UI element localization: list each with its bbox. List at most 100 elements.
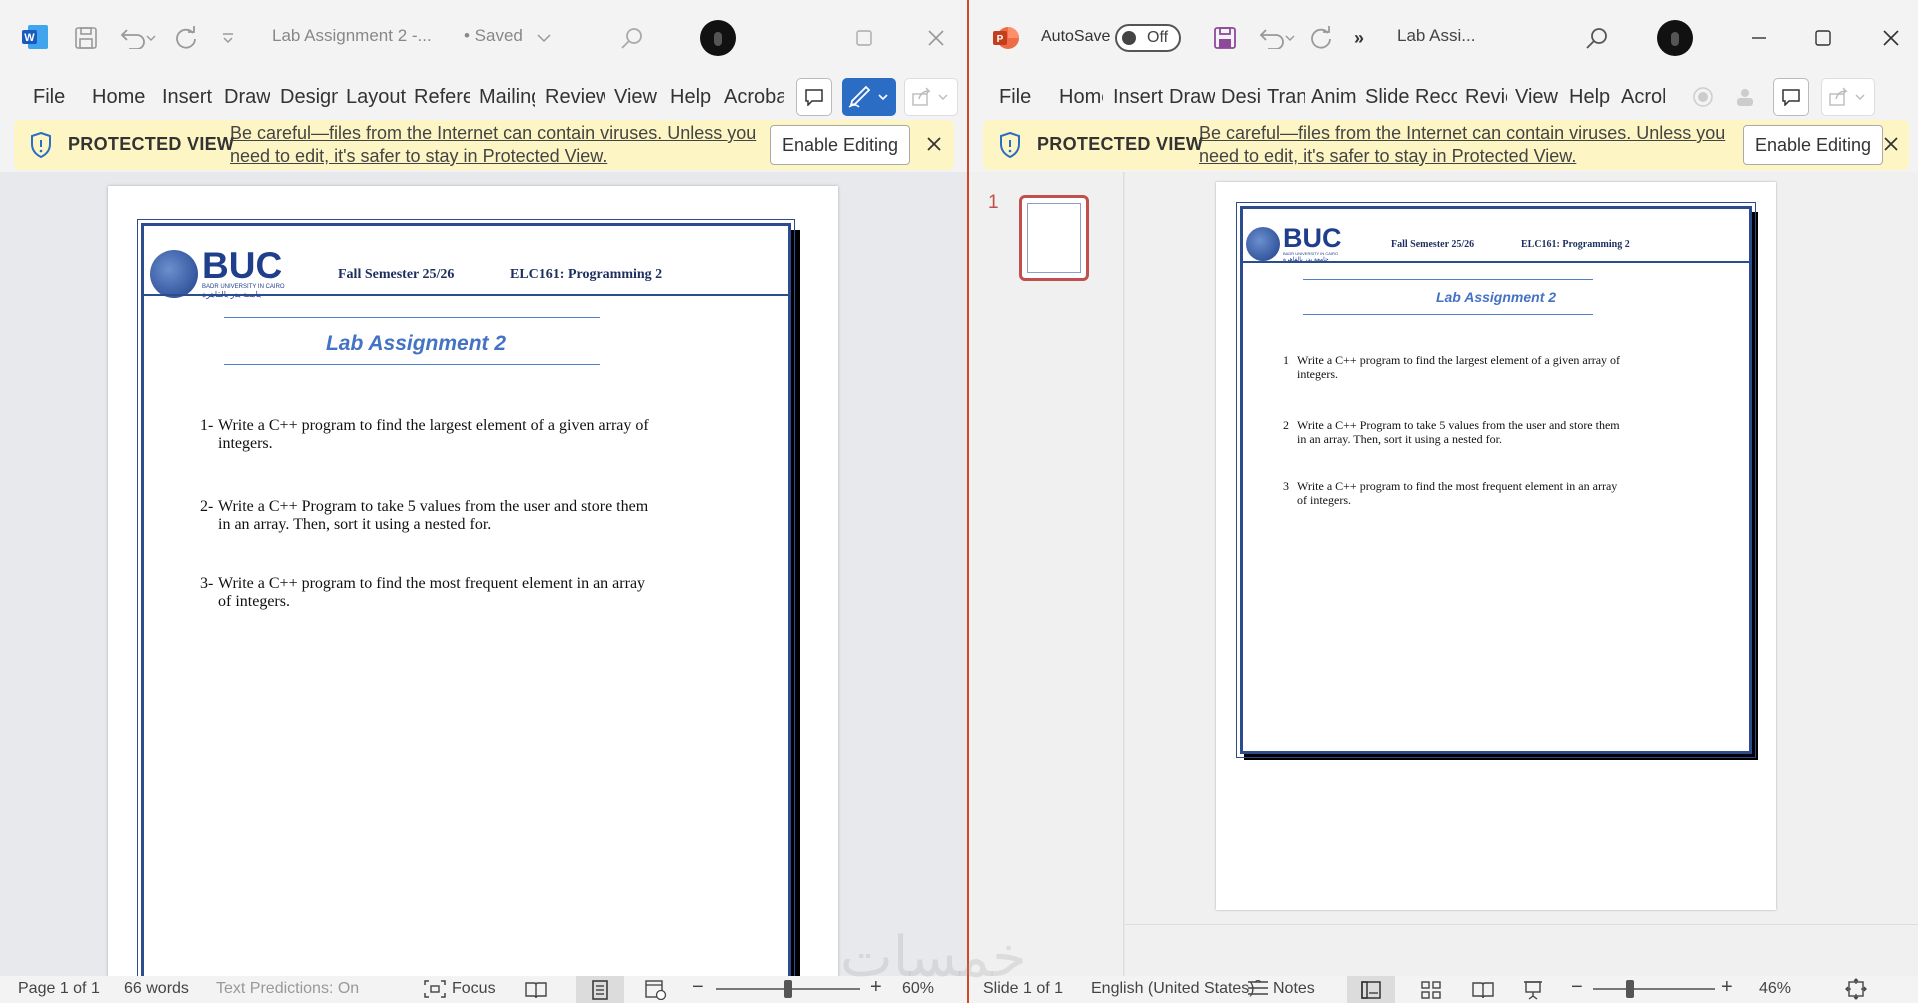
question-2: 2 Write a C++ Program to take 5 values f… xyxy=(1283,418,1623,448)
save-icon[interactable] xyxy=(1211,24,1239,52)
read-mode-icon[interactable] xyxy=(516,976,556,1003)
search-icon[interactable] xyxy=(1583,24,1611,52)
assignment-sheet: BUC BADR UNIVERSITY IN CAIRO جامعة بدر ب… xyxy=(137,219,795,1003)
maximize-icon[interactable] xyxy=(1811,26,1835,50)
notes-area[interactable] xyxy=(1125,924,1918,976)
zoom-out-icon[interactable]: − xyxy=(692,976,704,999)
close-icon[interactable] xyxy=(1883,132,1899,158)
document-page[interactable]: BUC BADR UNIVERSITY IN CAIRO جامعة بدر ب… xyxy=(108,186,838,1003)
word-count[interactable]: 66 words xyxy=(124,980,189,998)
account-avatar[interactable] xyxy=(1657,20,1693,56)
document-title[interactable]: Lab Assignment 2 -... xyxy=(272,26,432,46)
question-2: 2- Write a C++ Program to take 5 values … xyxy=(200,498,670,538)
more-commands-icon[interactable]: » xyxy=(1349,28,1369,48)
tab-design[interactable]: Design xyxy=(280,86,338,109)
maximize-icon[interactable] xyxy=(852,26,876,50)
tab-mailings[interactable]: Mailings xyxy=(479,86,535,109)
presentation-title[interactable]: Lab Assi... xyxy=(1397,26,1475,46)
redo-icon[interactable] xyxy=(172,24,200,52)
save-icon[interactable] xyxy=(72,24,100,52)
zoom-slider-thumb[interactable] xyxy=(784,980,792,998)
slide-show-icon[interactable] xyxy=(1513,976,1553,1003)
notes-button[interactable]: Notes xyxy=(1247,980,1315,998)
tab-slide-show[interactable]: Slide Show xyxy=(1365,86,1409,109)
tab-file[interactable]: File xyxy=(33,86,73,109)
header-rule xyxy=(1243,261,1749,263)
zoom-slider[interactable] xyxy=(1593,988,1715,990)
tab-acrobat[interactable]: Acrobat xyxy=(1621,86,1665,109)
logo-text: BUC xyxy=(202,245,283,286)
tab-home[interactable]: Home xyxy=(92,86,150,109)
zoom-slider-thumb[interactable] xyxy=(1625,980,1634,998)
slide-editing-area[interactable]: BUC BADR UNIVERSITY IN CAIRO جامعة بدر ب… xyxy=(1125,172,1918,924)
normal-view-icon[interactable] xyxy=(1347,976,1395,1003)
tab-file[interactable]: File xyxy=(999,86,1037,109)
document-canvas[interactable]: BUC BADR UNIVERSITY IN CAIRO جامعة بدر ب… xyxy=(0,172,967,1003)
tab-record[interactable]: Record xyxy=(1415,86,1457,109)
fit-to-window-icon[interactable] xyxy=(1845,978,1867,1003)
tab-help[interactable]: Help xyxy=(670,86,716,109)
zoom-out-icon[interactable]: − xyxy=(1571,976,1583,999)
slide-thumbnail-pane: 1 xyxy=(969,172,1124,976)
close-icon[interactable] xyxy=(1879,26,1903,50)
tab-home[interactable]: Home xyxy=(1059,86,1103,109)
tab-view[interactable]: View xyxy=(614,86,660,109)
slide-sorter-icon[interactable] xyxy=(1411,976,1451,1003)
print-layout-icon[interactable] xyxy=(576,976,624,1003)
focus-label: Focus xyxy=(452,980,496,997)
tab-review[interactable]: Review xyxy=(1465,86,1507,109)
tab-view[interactable]: View xyxy=(1515,86,1561,109)
tab-transitions[interactable]: Transitions xyxy=(1267,86,1305,109)
close-icon[interactable] xyxy=(926,132,942,158)
text-predictions[interactable]: Text Predictions: On xyxy=(216,980,359,998)
undo-icon[interactable] xyxy=(1253,24,1299,52)
focus-button[interactable]: Focus xyxy=(424,980,496,998)
autosave-toggle[interactable]: Off xyxy=(1115,24,1181,52)
redo-icon[interactable] xyxy=(1307,24,1335,52)
comments-icon[interactable] xyxy=(796,78,832,116)
customize-qat-icon[interactable] xyxy=(220,30,236,46)
question-number: 3 xyxy=(1283,479,1289,493)
tab-design[interactable]: Design xyxy=(1221,86,1261,109)
slide[interactable]: BUC BADR UNIVERSITY IN CAIRO جامعة بدر ب… xyxy=(1216,182,1776,910)
zoom-level[interactable]: 46% xyxy=(1759,980,1791,998)
page-count[interactable]: Page 1 of 1 xyxy=(18,980,100,998)
tab-draw[interactable]: Draw xyxy=(1169,86,1215,109)
saved-status[interactable]: • Saved xyxy=(464,26,523,46)
share-icon[interactable] xyxy=(904,78,958,116)
language-status[interactable]: English (United States) xyxy=(1091,980,1255,998)
chevron-down-icon[interactable] xyxy=(536,30,552,46)
camera-icon[interactable] xyxy=(1727,78,1763,116)
reading-view-icon[interactable] xyxy=(1463,976,1503,1003)
enable-editing-button[interactable]: Enable Editing xyxy=(1743,125,1883,165)
editing-mode-button[interactable] xyxy=(842,78,896,116)
enable-editing-button[interactable]: Enable Editing xyxy=(770,125,910,165)
web-layout-icon[interactable] xyxy=(636,976,676,1003)
search-icon[interactable] xyxy=(618,24,646,52)
share-icon[interactable] xyxy=(1821,78,1875,116)
tab-acrobat[interactable]: Acrobat xyxy=(724,86,784,109)
protected-view-message[interactable]: Be careful—files from the Internet can c… xyxy=(230,122,770,168)
toggle-knob xyxy=(1122,31,1136,45)
undo-icon[interactable] xyxy=(114,24,160,52)
record-icon[interactable] xyxy=(1685,78,1721,116)
zoom-in-icon[interactable]: + xyxy=(1721,976,1733,999)
slide-thumbnail[interactable] xyxy=(1019,195,1089,281)
account-avatar[interactable] xyxy=(700,20,736,56)
tab-animations[interactable]: Animations xyxy=(1311,86,1357,109)
close-icon[interactable] xyxy=(924,26,948,50)
question-3: 3- Write a C++ program to find the most … xyxy=(200,575,670,615)
comments-icon[interactable] xyxy=(1773,78,1809,116)
minimize-icon[interactable] xyxy=(1747,26,1771,50)
tab-references[interactable]: References xyxy=(414,86,470,109)
tab-review[interactable]: Review xyxy=(545,86,605,109)
tab-help[interactable]: Help xyxy=(1569,86,1615,109)
tab-layout[interactable]: Layout xyxy=(346,86,408,109)
tab-insert[interactable]: Insert xyxy=(1113,86,1163,109)
title-rule-bottom xyxy=(224,364,600,365)
protected-view-label: PROTECTED VIEW xyxy=(68,134,235,154)
tab-draw[interactable]: Draw xyxy=(224,86,270,109)
protected-view-message[interactable]: Be careful—files from the Internet can c… xyxy=(1199,122,1739,168)
tab-insert[interactable]: Insert xyxy=(162,86,212,109)
question-text: Write a C++ program to find the largest … xyxy=(1297,353,1620,381)
